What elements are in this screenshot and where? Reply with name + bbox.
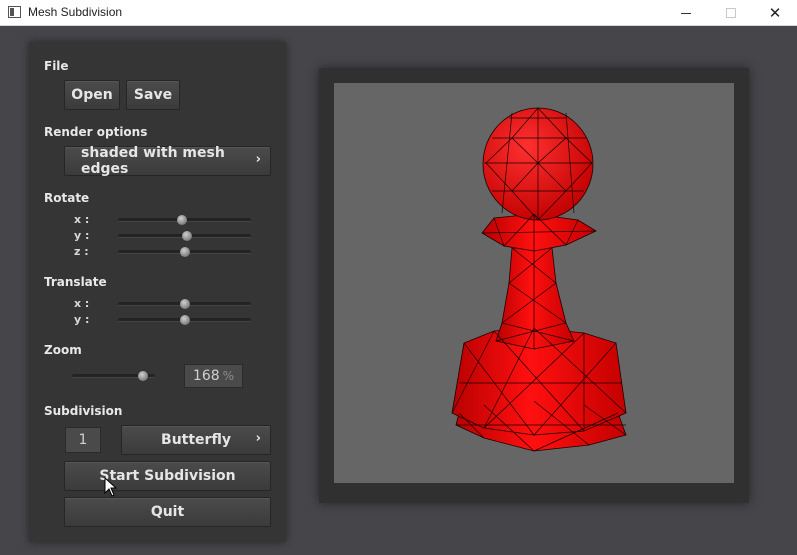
translate-section-label: Translate (44, 275, 107, 289)
zoom-slider[interactable] (72, 370, 155, 382)
subdivision-section-label: Subdivision (44, 404, 123, 418)
rotate-y-slider[interactable] (118, 230, 251, 242)
rotate-x-slider[interactable] (118, 214, 251, 226)
save-button[interactable]: Save (126, 80, 180, 110)
rotate-y-label: y : (74, 229, 90, 242)
render-mode-value: shaded with mesh edges (81, 145, 225, 177)
rotate-z-slider[interactable] (118, 246, 251, 258)
mouse-cursor-icon (104, 477, 118, 497)
zoom-value: 168 (192, 368, 220, 384)
zoom-unit: % (222, 369, 235, 383)
chevron-right-icon: › (255, 152, 261, 167)
slider-handle[interactable] (179, 315, 190, 325)
maximize-icon (726, 8, 736, 18)
close-icon: ✕ (768, 4, 782, 22)
slider-handle[interactable] (182, 231, 193, 241)
rotate-x-label: x : (74, 213, 90, 226)
quit-button[interactable]: Quit (64, 497, 271, 527)
close-button[interactable]: ✕ (752, 0, 797, 26)
translate-x-slider[interactable] (118, 298, 251, 310)
zoom-section-label: Zoom (44, 343, 82, 357)
render-mode-dropdown[interactable]: shaded with mesh edges › (64, 145, 271, 177)
subdivision-method-value: Butterfly (161, 432, 231, 448)
render-viewport[interactable] (334, 83, 734, 483)
viewport-frame (319, 68, 749, 503)
maximize-button[interactable] (708, 0, 754, 26)
window-titlebar: Mesh Subdivision ✕ (0, 0, 797, 26)
subdivision-method-dropdown[interactable]: Butterfly › (121, 425, 271, 455)
window-title: Mesh Subdivision (28, 5, 123, 19)
control-panel: File Open Save Render options shaded wit… (29, 42, 286, 542)
pawn-mesh (451, 107, 627, 452)
chevron-right-icon: › (255, 431, 261, 446)
translate-x-label: x : (74, 297, 90, 310)
subdivision-level-field[interactable]: 1 (65, 427, 101, 453)
translate-y-label: y : (74, 313, 90, 326)
minimize-icon (681, 12, 691, 14)
render-options-label: Render options (44, 125, 148, 139)
slider-handle[interactable] (179, 299, 190, 309)
file-section-label: File (44, 59, 69, 73)
slider-handle[interactable] (137, 371, 148, 381)
slider-handle[interactable] (179, 247, 190, 257)
subdivision-level-value: 1 (78, 432, 88, 448)
slider-handle[interactable] (176, 215, 187, 225)
app-icon (8, 6, 21, 18)
start-subdivision-button[interactable]: Start Subdivision (64, 461, 271, 491)
minimize-button[interactable] (663, 0, 709, 26)
zoom-value-field[interactable]: 168 % (184, 364, 243, 388)
rotate-section-label: Rotate (44, 191, 90, 205)
open-button[interactable]: Open (64, 80, 120, 110)
rotate-z-label: z : (74, 245, 89, 258)
translate-y-slider[interactable] (118, 314, 251, 326)
